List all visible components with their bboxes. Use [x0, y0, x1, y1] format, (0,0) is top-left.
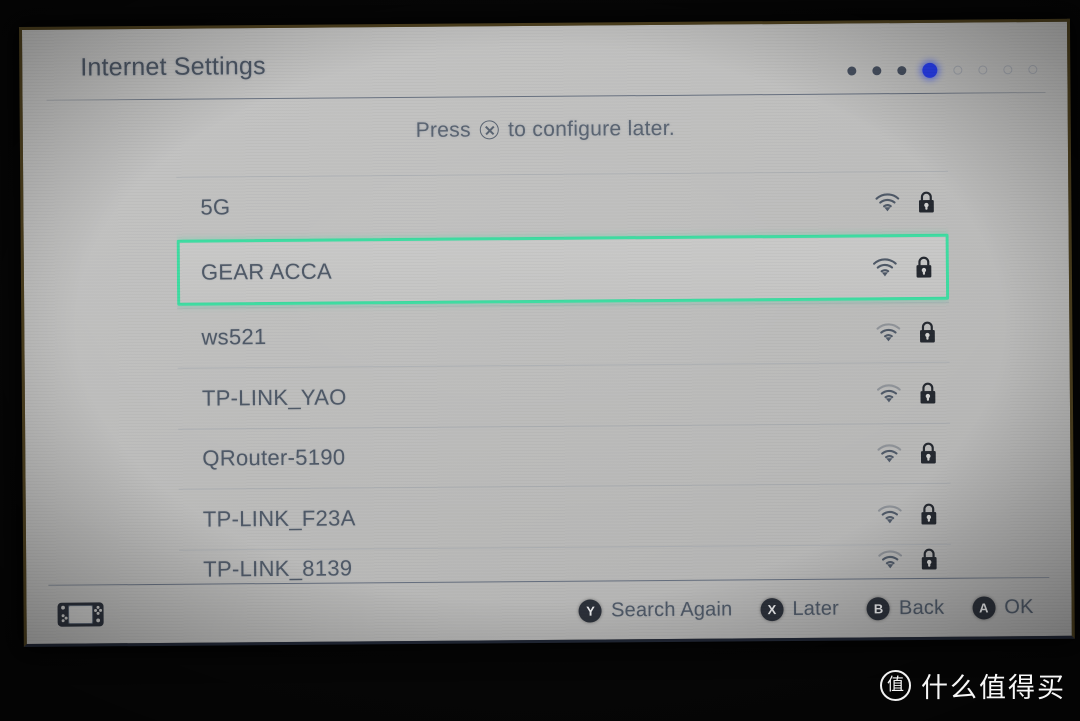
network-row[interactable]: 5G: [176, 170, 949, 238]
watermark: 值 什么值得买: [880, 666, 1066, 705]
network-ssid: QRouter-5190: [202, 444, 346, 471]
action-label: Back: [898, 596, 945, 619]
wifi-signal-icon: [877, 505, 902, 524]
wifi-signal-icon: [877, 444, 902, 463]
page-title: Internet Settings: [80, 52, 266, 82]
network-ssid: TP-LINK_F23A: [202, 505, 356, 532]
network-status-icons: [876, 441, 944, 466]
page-dot-5: [953, 65, 963, 75]
photo-of-nintendo-switch: Internet Settings Press to configure lat…: [0, 0, 1080, 721]
network-row[interactable]: TP-LINK_F23A: [178, 482, 952, 550]
network-status-icons: [872, 254, 940, 279]
network-status-icons: [875, 320, 943, 345]
network-status-icons: [874, 190, 942, 215]
action-label: Later: [792, 597, 840, 620]
button-glyph-a-icon: A: [972, 595, 996, 620]
action-hint-y[interactable]: Y Search Again: [578, 597, 733, 623]
network-ssid: 5G: [200, 194, 231, 220]
wifi-signal-icon: [873, 257, 897, 276]
button-glyph-y-icon: Y: [578, 598, 603, 623]
x-button-circle-icon: [479, 120, 500, 140]
action-label: Search Again: [610, 597, 733, 621]
instruction-prefix: Press: [415, 118, 471, 142]
network-ssid: TP-LINK_8139: [203, 554, 353, 582]
lock-icon: [920, 442, 936, 464]
network-ssid: ws521: [201, 324, 267, 350]
console-screen: Internet Settings Press to configure lat…: [22, 21, 1072, 644]
instruction-text: Press to configure later.: [23, 114, 1068, 146]
network-ssid: TP-LINK_YAO: [201, 384, 347, 411]
network-row[interactable]: TP-LINK_YAO: [177, 361, 951, 429]
wifi-signal-icon: [876, 323, 901, 342]
watermark-badge: 值: [880, 670, 911, 701]
action-hint-x[interactable]: X Later: [760, 597, 839, 621]
button-glyph-b-icon: B: [866, 596, 891, 620]
wifi-signal-icon: [875, 193, 900, 212]
network-status-icons: [877, 502, 945, 527]
page-dot-3: [897, 66, 907, 76]
lock-icon: [921, 503, 937, 525]
page-dot-4: [922, 62, 938, 78]
page-dot-7: [1003, 65, 1013, 75]
network-status-icons: [876, 381, 944, 406]
network-list[interactable]: 5G GEAR ACCA ws521 TP-LINK_YAO QRouter-5190 T…: [176, 170, 952, 583]
console-screen-bezel: Internet Settings Press to configure lat…: [22, 21, 1072, 644]
network-row[interactable]: QRouter-5190: [178, 422, 951, 489]
button-glyph-x-icon: X: [760, 597, 784, 621]
network-row-selected[interactable]: GEAR ACCA: [176, 233, 950, 306]
lock-icon: [920, 382, 936, 404]
lock-icon: [916, 256, 932, 278]
page-dot-8: [1028, 65, 1038, 75]
instruction-suffix: to configure later.: [508, 116, 676, 142]
network-status-icons: [877, 544, 945, 571]
wifi-signal-icon: [876, 384, 901, 403]
lock-icon: [921, 548, 937, 570]
network-row[interactable]: ws521: [177, 301, 950, 368]
lock-icon: [918, 191, 934, 213]
page-dot-1: [847, 66, 857, 76]
button-hints: Y Search Again X Later B Back A OK: [578, 595, 1048, 623]
action-hint-b[interactable]: B Back: [866, 596, 945, 620]
bottom-action-bar: Y Search Again X Later B Back A OK: [26, 578, 1071, 644]
page-dot-2: [872, 66, 882, 76]
lock-icon: [919, 321, 935, 343]
action-label: OK: [1004, 595, 1034, 618]
page-indicator-dots: [847, 62, 1038, 78]
action-hint-a[interactable]: A OK: [972, 595, 1034, 620]
page-dot-6: [978, 65, 988, 75]
watermark-text: 什么值得买: [921, 673, 1066, 704]
network-row[interactable]: TP-LINK_8139: [179, 543, 952, 582]
wifi-signal-icon: [878, 549, 903, 568]
handheld-console-icon: [57, 602, 104, 627]
screen-header: Internet Settings: [22, 22, 1068, 102]
network-ssid: GEAR ACCA: [200, 258, 333, 285]
